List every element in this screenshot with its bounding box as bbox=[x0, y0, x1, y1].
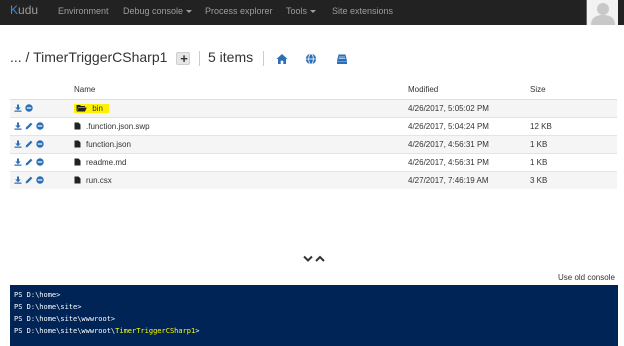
top-navbar: Kudu Environment Debug console Process e… bbox=[0, 0, 624, 25]
powershell-console[interactable]: PS D:\home> PS D:\home\site> PS D:\home\… bbox=[10, 285, 618, 346]
nav-tools[interactable]: Tools bbox=[286, 6, 317, 16]
console-line: PS D:\home\site\wwwroot> bbox=[14, 315, 116, 323]
plus-icon: + bbox=[180, 51, 188, 66]
edit-icon[interactable] bbox=[25, 158, 33, 166]
edit-icon[interactable] bbox=[25, 122, 33, 130]
row-name[interactable]: bin bbox=[92, 104, 103, 113]
table-row[interactable]: run.csx 4/27/2017, 7:46:19 AM 3 KB bbox=[10, 170, 617, 189]
row-size: 12 KB bbox=[526, 116, 617, 135]
console-prompt-suffix: > bbox=[195, 327, 200, 335]
file-icon bbox=[74, 176, 81, 184]
row-modified: 4/26/2017, 4:56:31 PM bbox=[404, 134, 526, 153]
table-row[interactable]: .function.json.swp 4/26/2017, 5:04:24 PM… bbox=[10, 116, 617, 135]
row-actions bbox=[10, 116, 70, 135]
table-header-row: Name Modified Size bbox=[10, 81, 617, 100]
row-actions bbox=[10, 170, 70, 189]
nav-debug-console[interactable]: Debug console bbox=[123, 6, 193, 16]
row-modified: 4/26/2017, 5:05:02 PM bbox=[404, 98, 526, 117]
row-name[interactable]: .function.json.swp bbox=[86, 122, 150, 131]
add-button[interactable]: + bbox=[176, 51, 190, 66]
row-name[interactable]: function.json bbox=[86, 140, 131, 149]
header-actions bbox=[10, 81, 70, 100]
kudu-page: Kudu Environment Debug console Process e… bbox=[0, 0, 624, 346]
nav-tools-label: Tools bbox=[286, 6, 308, 16]
row-modified: 4/26/2017, 4:56:31 PM bbox=[404, 152, 526, 171]
table-row[interactable]: readme.md 4/26/2017, 4:56:31 PM 1 KB bbox=[10, 152, 617, 171]
nav-debug-console-label: Debug console bbox=[123, 6, 184, 16]
globe-icon[interactable] bbox=[305, 53, 317, 65]
download-icon[interactable] bbox=[14, 140, 22, 148]
nav-process-explorer-label: Process explorer bbox=[205, 6, 273, 16]
row-name-cell: function.json bbox=[70, 134, 404, 153]
table-row[interactable]: bin 4/26/2017, 5:05:02 PM bbox=[10, 98, 617, 117]
user-silhouette-icon bbox=[591, 3, 615, 25]
header-name[interactable]: Name bbox=[70, 81, 404, 100]
drive-icon[interactable] bbox=[336, 53, 348, 65]
console-line: PS D:\home\site\wwwroot\TimerTriggerCSha… bbox=[14, 325, 614, 337]
delete-icon[interactable] bbox=[36, 140, 44, 148]
file-icon bbox=[74, 158, 81, 166]
nav-site-extensions-label: Site extensions bbox=[332, 6, 394, 16]
highlight-marker: bin bbox=[74, 103, 109, 113]
download-icon[interactable] bbox=[14, 176, 22, 184]
brand-rest: udu bbox=[18, 3, 39, 17]
row-modified: 4/27/2017, 7:46:19 AM bbox=[404, 170, 526, 189]
file-icon bbox=[74, 140, 81, 148]
chevron-up-icon bbox=[315, 255, 325, 262]
caret-down-icon bbox=[186, 10, 193, 14]
console-folder-highlight: TimerTriggerCSharp1 bbox=[115, 327, 196, 335]
row-modified: 4/26/2017, 5:04:24 PM bbox=[404, 116, 526, 135]
caret-down-icon bbox=[310, 10, 317, 14]
row-name[interactable]: run.csx bbox=[86, 176, 112, 185]
row-size: 1 KB bbox=[526, 134, 617, 153]
row-name-cell: run.csx bbox=[70, 170, 404, 189]
nav-environment[interactable]: Environment bbox=[58, 6, 109, 16]
delete-icon[interactable] bbox=[36, 158, 44, 166]
table-row[interactable]: function.json 4/26/2017, 4:56:31 PM 1 KB bbox=[10, 134, 617, 153]
delete-icon[interactable] bbox=[36, 176, 44, 184]
row-size: 1 KB bbox=[526, 152, 617, 171]
row-size bbox=[526, 98, 617, 117]
row-actions bbox=[10, 134, 70, 153]
breadcrumb-path[interactable]: ... / TimerTriggerCSharp1 bbox=[10, 49, 167, 65]
download-icon[interactable] bbox=[14, 104, 22, 112]
edit-icon[interactable] bbox=[25, 176, 33, 184]
nav-process-explorer[interactable]: Process explorer bbox=[205, 6, 273, 16]
nav-environment-label: Environment bbox=[58, 6, 109, 16]
row-name-cell: bin bbox=[70, 98, 404, 117]
file-icon bbox=[74, 122, 81, 130]
console-line: PS D:\home\site> bbox=[14, 303, 82, 311]
row-name-cell: readme.md bbox=[70, 152, 404, 171]
delete-icon[interactable] bbox=[36, 122, 44, 130]
item-count: 5 items bbox=[208, 49, 254, 65]
row-actions bbox=[10, 98, 70, 117]
console-line: PS D:\home> bbox=[14, 291, 61, 299]
divider bbox=[199, 51, 200, 66]
chevron-down-icon bbox=[303, 255, 313, 262]
row-size: 3 KB bbox=[526, 170, 617, 189]
resize-chevrons[interactable] bbox=[302, 254, 326, 264]
kudu-brand[interactable]: Kudu bbox=[10, 3, 38, 17]
download-icon[interactable] bbox=[14, 158, 22, 166]
folder-open-icon bbox=[76, 104, 87, 111]
file-table: Name Modified Size bin 4/26/2017, 5:05:0… bbox=[10, 81, 617, 189]
edit-icon[interactable] bbox=[25, 140, 33, 148]
row-actions bbox=[10, 152, 70, 171]
use-old-console-link[interactable]: Use old console bbox=[558, 273, 615, 282]
divider bbox=[263, 51, 264, 66]
header-modified[interactable]: Modified bbox=[404, 81, 526, 100]
download-icon[interactable] bbox=[14, 122, 22, 130]
home-icon[interactable] bbox=[276, 53, 288, 65]
console-prompt-prefix: PS D:\home\site\wwwroot\ bbox=[14, 327, 116, 335]
nav-site-extensions[interactable]: Site extensions bbox=[332, 6, 393, 16]
user-avatar[interactable] bbox=[586, 0, 618, 25]
row-name-cell: .function.json.swp bbox=[70, 116, 404, 135]
row-name[interactable]: readme.md bbox=[86, 158, 126, 167]
brand-k: K bbox=[10, 3, 19, 17]
delete-icon[interactable] bbox=[25, 104, 33, 112]
header-size[interactable]: Size bbox=[526, 81, 617, 100]
